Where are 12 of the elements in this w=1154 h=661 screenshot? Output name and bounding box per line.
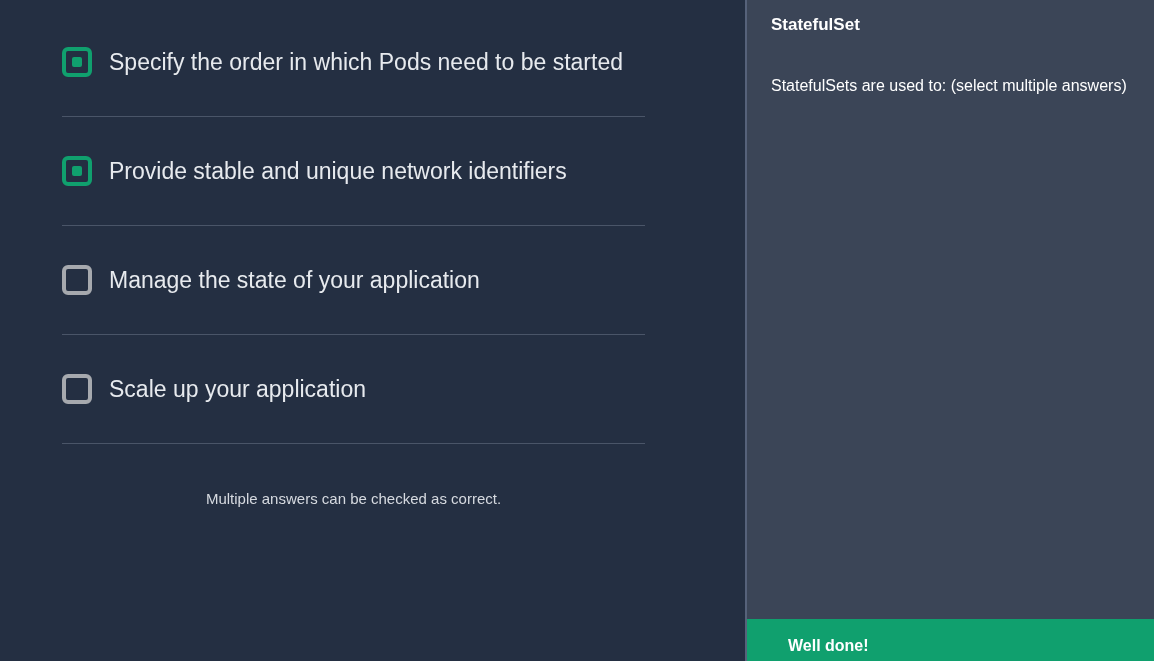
checkbox[interactable] xyxy=(62,265,92,295)
option-label: Manage the state of your application xyxy=(109,266,480,295)
checkbox[interactable] xyxy=(62,374,92,404)
checkbox[interactable] xyxy=(62,156,92,186)
feedback-banner: Well done! xyxy=(747,619,1154,661)
sidebar-title: StatefulSet xyxy=(770,14,861,35)
option-label: Provide stable and unique network identifiers xyxy=(109,157,567,186)
question-text: StatefulSets are used to: (select multiple answers) xyxy=(770,76,1128,95)
checkbox[interactable] xyxy=(62,47,92,77)
option-label: Specify the order in which Pods need to be started xyxy=(109,48,623,77)
hint-text: Multiple answers can be checked as correct. xyxy=(204,490,503,507)
option-label: Scale up your application xyxy=(109,375,366,404)
